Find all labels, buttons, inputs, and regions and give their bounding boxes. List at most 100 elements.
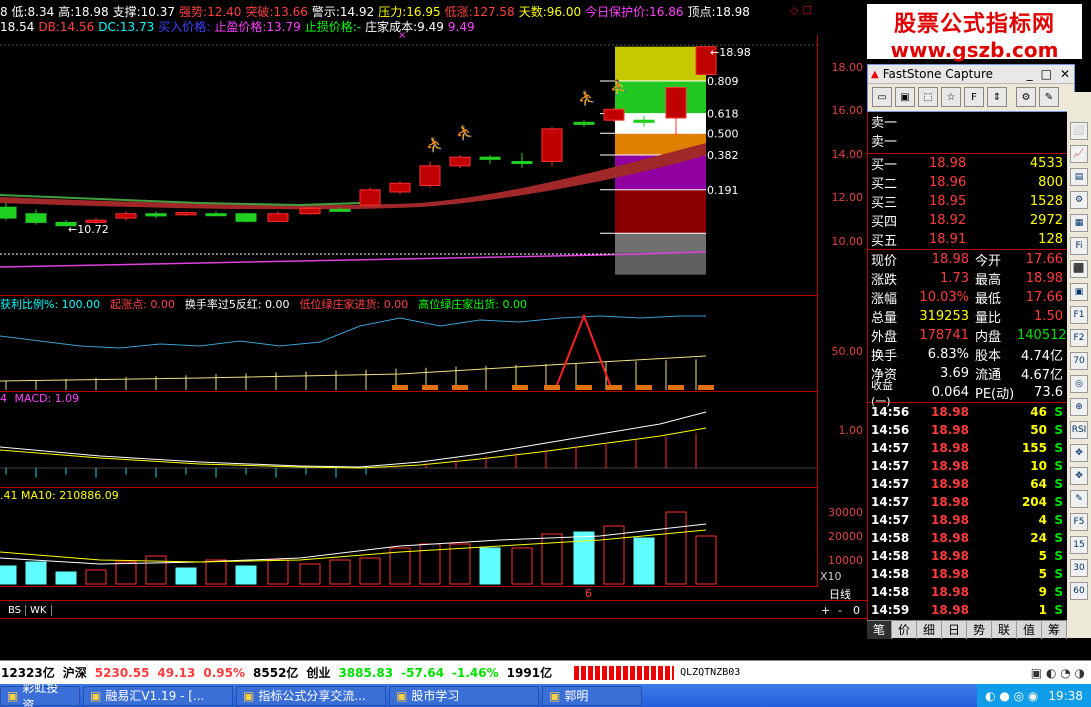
tick-time: 14:58: [871, 585, 910, 599]
side-tool-icon[interactable]: 30: [1070, 559, 1088, 577]
indicator-title: 获利比例%: 100.00 起涨点: 0.00 换手率过5反红: 0.00 低位绿庄家…: [0, 296, 537, 312]
info-item: 买入价格:: [158, 20, 210, 33]
tab-wk[interactable]: WK: [26, 604, 52, 616]
tick-side: S: [1054, 441, 1063, 455]
info-label: 高:: [58, 5, 75, 18]
side-tool-icon[interactable]: ▦: [1070, 214, 1088, 232]
side-tool-icon[interactable]: ✥: [1070, 467, 1088, 485]
indicator1-tick: 50.00: [831, 345, 864, 358]
capture-region-icon[interactable]: ⬚: [918, 87, 938, 107]
taskbar-button[interactable]: ▣ 指标公式分享交流...: [236, 685, 386, 706]
side-tool-icon[interactable]: 70: [1070, 352, 1088, 370]
runner-icon: ⛹: [610, 78, 627, 96]
status-icons[interactable]: ▣ ◐ ◔ ◑: [1031, 666, 1085, 680]
tick-side: S: [1054, 531, 1063, 545]
zoom-in-button[interactable]: +: [821, 604, 830, 617]
side-tool-icon[interactable]: ✥: [1070, 444, 1088, 462]
stat-label: 量比: [975, 311, 1002, 326]
capture-freehand-icon[interactable]: ☆: [941, 87, 961, 107]
settings-icon[interactable]: ⚙: [1016, 87, 1036, 107]
quote-tab[interactable]: 笔: [867, 620, 892, 639]
side-tool-icon[interactable]: 📈: [1070, 145, 1088, 163]
side-tool-icon[interactable]: F5: [1070, 513, 1088, 531]
period-label[interactable]: 日线: [829, 586, 851, 602]
runner-icon: ⛹: [426, 136, 443, 154]
stat-value: 1.73: [940, 271, 969, 286]
side-tool-icon[interactable]: ⬜: [1070, 122, 1088, 140]
side-tool-icon[interactable]: ⊕: [1070, 398, 1088, 416]
close-button[interactable]: ✕: [1060, 67, 1070, 81]
tick-time: 14:58: [871, 549, 910, 563]
side-tool-icon[interactable]: ✎: [1070, 490, 1088, 508]
tick-volume: 4: [1038, 513, 1047, 527]
side-tool-icon[interactable]: Fi: [1070, 237, 1088, 255]
buy-row: 买五 18.91 128: [871, 230, 1067, 249]
quote-tab[interactable]: 细: [917, 620, 942, 639]
candle-body: [205, 213, 227, 217]
tick-volume: 1: [1038, 603, 1047, 617]
tab-bs[interactable]: BS: [4, 604, 27, 616]
fib-band: [615, 252, 706, 275]
side-tool-icon[interactable]: ▤: [1070, 168, 1088, 186]
quote-tab[interactable]: 日: [942, 620, 967, 639]
tick-price: 18.98: [931, 549, 969, 563]
info-item: 18.54: [0, 20, 34, 33]
orange-marker: [576, 385, 592, 390]
quote-tab[interactable]: 价: [892, 620, 917, 639]
maximize-button[interactable]: □: [1041, 67, 1052, 81]
index-item: 5230.55: [94, 665, 150, 680]
panel-corner-icons[interactable]: ◇ ☐: [790, 4, 812, 17]
candle-body: [359, 189, 381, 206]
fib-label: 0.382: [707, 149, 739, 162]
tick-price: 18.98: [931, 513, 969, 527]
tick-time: 14:57: [871, 513, 910, 527]
red-spike: [554, 313, 613, 391]
side-tool-icon[interactable]: ◎: [1070, 375, 1088, 393]
minimize-button[interactable]: _: [1027, 67, 1033, 81]
volume-bar: [267, 559, 289, 585]
tick-side: S: [1054, 567, 1063, 581]
quote-tab[interactable]: 势: [967, 620, 992, 639]
stat-label: 今开: [975, 254, 1002, 269]
info-label: 突破:: [245, 5, 274, 18]
tick-row: 14:56 18.98 46 S: [871, 403, 1067, 421]
stock-stats: 现价 18.98 今开 17.66 涨跌 1.73 最高 18.98 涨幅 10.03% 最低 17.…: [868, 250, 1067, 408]
capture-window-icon[interactable]: ▭: [872, 87, 892, 107]
side-tool-icon[interactable]: 60: [1070, 582, 1088, 600]
info-label: 今日保护价:: [585, 5, 650, 18]
side-tool-icon[interactable]: ⬛: [1070, 260, 1088, 278]
capture-scroll-icon[interactable]: ⇕: [987, 87, 1007, 107]
taskbar-button[interactable]: ▣ 股市学习: [389, 685, 539, 706]
capture-fullscreen-icon[interactable]: F: [964, 87, 984, 107]
fib-band: [615, 113, 706, 134]
quote-tab[interactable]: 筹: [1042, 620, 1067, 639]
side-tool-icon[interactable]: 15: [1070, 536, 1088, 554]
quote-tab[interactable]: 值: [1017, 620, 1042, 639]
capture-object-icon[interactable]: ▣: [895, 87, 915, 107]
info-label: 买入价格:: [158, 20, 211, 33]
stat-value: 3.69: [940, 366, 969, 381]
tick-volume: 204: [1021, 495, 1047, 509]
zoom-out-button[interactable]: -: [838, 604, 842, 617]
info-value: 9.49: [447, 20, 475, 33]
taskbar-button[interactable]: ▣ 郭明: [542, 685, 642, 706]
info-label: 强势:: [179, 5, 208, 18]
price-axis: 18.00 16.00 14.00 12.00 10.00: [817, 35, 867, 296]
quote-tab[interactable]: 联: [992, 620, 1017, 639]
macd-chart: [0, 411, 817, 478]
tray-icons[interactable]: ◐ ● ◎ ◉: [985, 689, 1038, 703]
side-tool-icon[interactable]: ⚙: [1070, 191, 1088, 209]
side-tool-icon[interactable]: ▣: [1070, 283, 1088, 301]
tick-volume: 155: [1021, 441, 1047, 455]
info-value: 14.92: [339, 5, 375, 18]
taskbar-button[interactable]: ▣ 融易汇V1.19 - [...: [83, 685, 233, 706]
options-icon[interactable]: ✎: [1039, 87, 1059, 107]
indicator-panel-profit: 获利比例%: 100.00 起涨点: 0.00 换手率过5反红: 0.00 低位绿庄家…: [0, 296, 817, 392]
date-axis-row: 6 日线: [0, 587, 867, 601]
candle-body: [419, 165, 441, 186]
side-tool-icon[interactable]: RSI: [1070, 421, 1088, 439]
taskbar-button[interactable]: ▣ 彩虹投资...: [0, 681, 80, 707]
zoom-reset-button[interactable]: 0: [853, 604, 860, 617]
side-tool-icon[interactable]: F2: [1070, 329, 1088, 347]
side-tool-icon[interactable]: F1: [1070, 306, 1088, 324]
